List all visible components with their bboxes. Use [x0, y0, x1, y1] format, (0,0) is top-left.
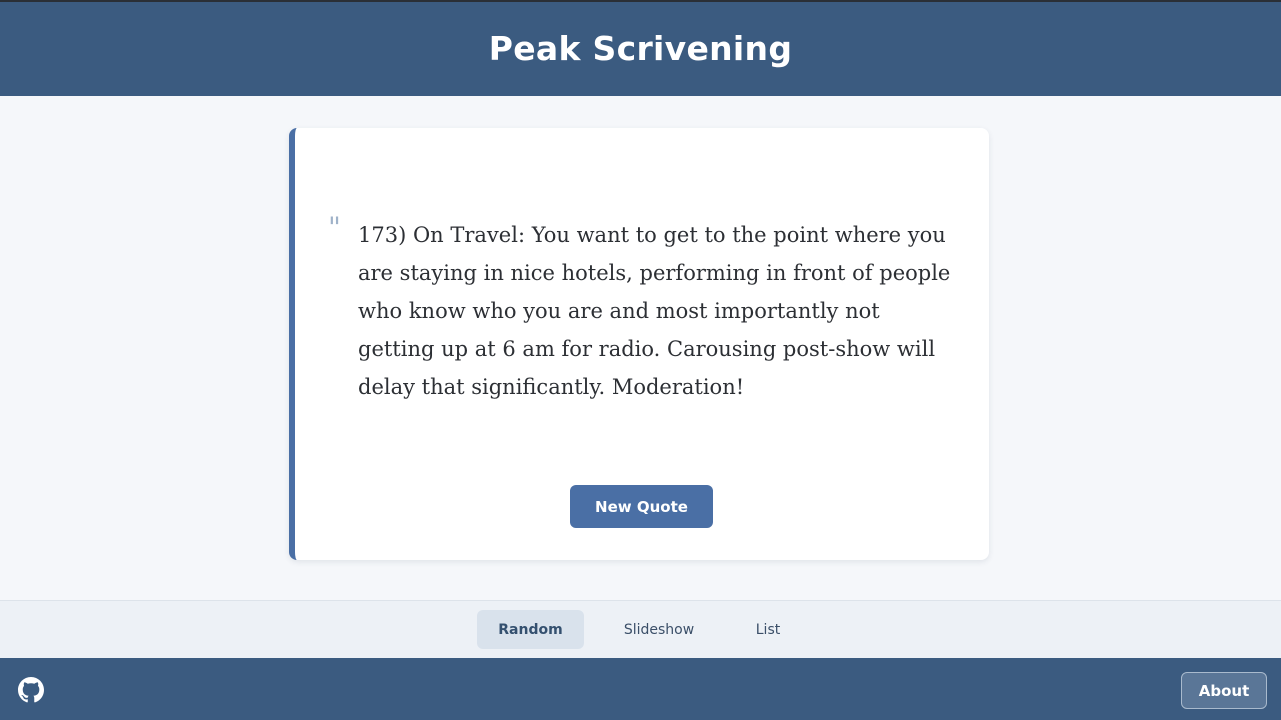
- app-footer: About: [0, 658, 1281, 720]
- quote-mark-icon: ": [328, 211, 341, 244]
- github-icon[interactable]: [18, 677, 44, 703]
- tab-list[interactable]: List: [735, 610, 801, 649]
- new-quote-button[interactable]: New Quote: [570, 485, 713, 528]
- view-tabs: Random Slideshow List: [0, 600, 1281, 658]
- about-button[interactable]: About: [1181, 672, 1267, 709]
- app-header: Peak Scrivening: [0, 0, 1281, 96]
- app-title: Peak Scrivening: [488, 28, 793, 68]
- quote-text: 173) On Travel: You want to get to the p…: [358, 223, 951, 399]
- quote-card: " 173) On Travel: You want to get to the…: [289, 128, 989, 560]
- tab-random[interactable]: Random: [477, 610, 584, 649]
- tab-slideshow[interactable]: Slideshow: [604, 610, 714, 649]
